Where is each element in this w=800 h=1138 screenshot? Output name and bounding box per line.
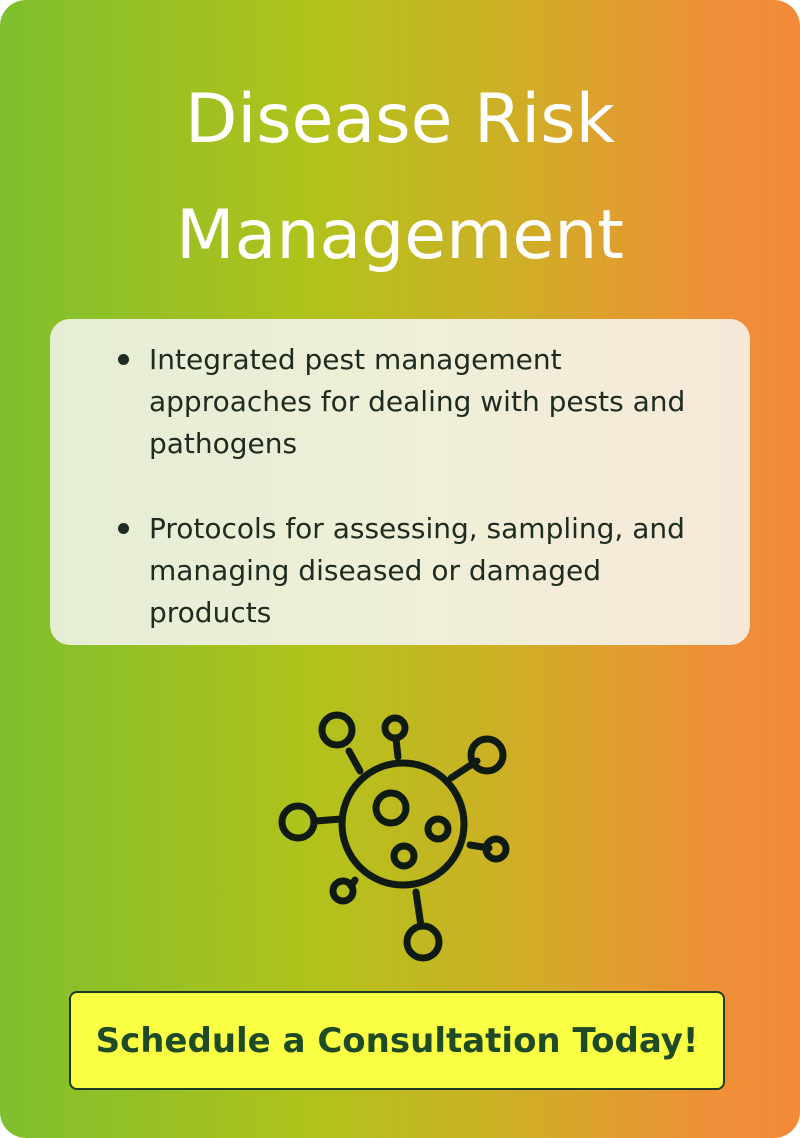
disease-risk-card: Disease Risk Management Integrated pest …	[0, 0, 800, 1138]
bullet-list: Integrated pest management approaches fo…	[50, 339, 750, 677]
bullet-dot-icon	[118, 523, 129, 534]
bullet-dot-icon	[118, 354, 129, 365]
bullet-item: Integrated pest management approaches fo…	[50, 339, 750, 465]
bullet-text: Integrated pest management approaches fo…	[149, 343, 686, 460]
schedule-consultation-button[interactable]: Schedule a Consultation Today!	[69, 991, 725, 1090]
card-title: Disease Risk Management	[0, 62, 800, 294]
info-box: Integrated pest management approaches fo…	[50, 319, 750, 645]
title-line-1: Disease Risk	[184, 80, 615, 159]
title-line-2: Management	[176, 196, 624, 275]
bullet-item: Protocols for assessing, sampling, and m…	[50, 508, 750, 634]
bullet-text: Protocols for assessing, sampling, and m…	[149, 512, 685, 629]
cta-label: Schedule a Consultation Today!	[95, 1020, 699, 1061]
virus-icon	[278, 711, 510, 962]
